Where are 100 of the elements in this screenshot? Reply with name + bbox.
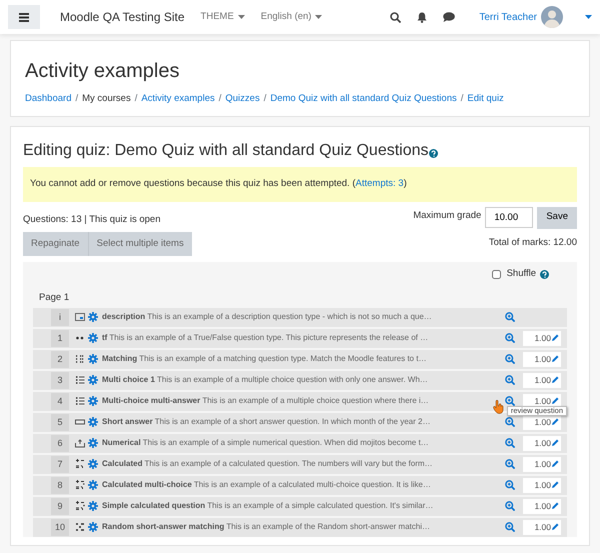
mark-box[interactable]: 1.00 [523, 352, 561, 366]
settings-icon[interactable] [88, 333, 98, 343]
page-title: Activity examples [25, 59, 180, 83]
breadcrumb-link[interactable]: Dashboard [25, 92, 72, 106]
caret-icon[interactable] [585, 15, 592, 19]
question-number: 9 [51, 498, 69, 514]
question-number: i [51, 308, 69, 326]
question-type-icon [75, 417, 85, 427]
settings-icon[interactable] [88, 438, 98, 448]
preview-icon[interactable] [505, 459, 515, 469]
question-number: 2 [51, 350, 69, 368]
breadcrumb-separator: / [75, 92, 78, 106]
dropdown-menu[interactable]: THEME [200, 10, 245, 24]
preview-icon[interactable] [505, 396, 515, 406]
preview-icon[interactable] [505, 480, 515, 490]
user-name[interactable]: Terri Teacher [479, 10, 537, 24]
question-text: Calculated multi-choice This is an example of a calculated multi-choice question. It is like… [102, 479, 432, 491]
breadcrumb-separator: / [460, 92, 464, 106]
question-number: 4 [51, 392, 69, 410]
question-text: Random short-answer matching This is an example of the Random short-answer matchi… [102, 521, 431, 533]
caret-icon [238, 15, 245, 19]
site-name[interactable]: Moodle QA Testing Site [60, 8, 185, 26]
mark-box[interactable]: 1.00 [523, 520, 561, 534]
settings-icon[interactable] [88, 354, 98, 364]
toolbar-button[interactable]: Select multiple items [88, 232, 192, 256]
preview-icon[interactable] [505, 417, 515, 427]
mark-box[interactable]: 1.00 [523, 436, 561, 450]
mark-box[interactable]: 1.00 [523, 372, 561, 388]
question-text: Matching This is an example of a matching question type. Match the Moodle features to t… [102, 353, 428, 365]
preview-icon[interactable] [505, 522, 515, 532]
mark-box[interactable]: 1.00 [523, 330, 561, 346]
mark-box[interactable]: 1.00 [523, 498, 561, 514]
mark-box[interactable]: 1.00 [523, 456, 561, 472]
breadcrumb-link[interactable]: Quizzes [225, 92, 260, 106]
preview-icon[interactable] [505, 438, 515, 448]
breadcrumb-link[interactable]: My courses [82, 92, 131, 106]
menu-button[interactable] [8, 5, 40, 29]
hand-cursor-icon [493, 400, 505, 414]
pencil-icon [551, 439, 559, 447]
shuffle-label: Shuffle [506, 267, 536, 281]
help-icon[interactable] [428, 148, 438, 158]
settings-icon[interactable] [88, 396, 98, 406]
question-text: Short answer This is an example of a short answer question. In which month of the year 2… [102, 416, 432, 428]
chat-icon[interactable] [443, 12, 456, 22]
question-number: 7 [51, 456, 69, 472]
question-text: Multi choice 1 This is an example of a multiple choice question with only one answer. Wh… [102, 374, 429, 386]
save-button[interactable]: Save [537, 206, 577, 228]
breadcrumb-link[interactable]: Edit quiz [467, 92, 504, 106]
total-marks: Total of marks: 12.00 [488, 236, 577, 250]
attempts-link[interactable]: Attempts: 3 [356, 178, 404, 190]
pencil-icon [551, 502, 559, 510]
alert-message: You cannot add or remove questions because this quiz has been attempted. (Attempts: 3) [23, 167, 577, 202]
toolbar-button[interactable]: Repaginate [23, 232, 88, 256]
preview-icon[interactable] [505, 354, 515, 364]
dropdown-menu[interactable]: English (en) [260, 10, 322, 24]
mark-box[interactable]: 1.00 [523, 478, 561, 492]
question-type-icon [75, 375, 85, 385]
question-number: 5 [51, 414, 69, 430]
pencil-icon [551, 334, 559, 342]
question-text: Multi-choice multi-answer This is an example of a multiple choice question where there i… [102, 395, 430, 407]
question-type-icon [75, 396, 85, 406]
question-type-icon [75, 522, 85, 532]
pencil-icon [551, 376, 559, 384]
help-icon[interactable] [540, 270, 549, 279]
question-type-icon [75, 459, 85, 469]
search-icon[interactable] [390, 12, 402, 22]
preview-icon[interactable] [505, 375, 515, 385]
shuffle-checkbox[interactable] [492, 270, 501, 279]
breadcrumb-link[interactable]: Activity examples [141, 92, 215, 106]
page-label: Page 1 [39, 291, 70, 306]
settings-icon[interactable] [88, 459, 98, 469]
question-type-icon [75, 438, 85, 448]
caret-icon [315, 15, 322, 19]
settings-icon[interactable] [88, 501, 98, 511]
settings-icon[interactable] [88, 522, 98, 532]
settings-icon[interactable] [88, 480, 98, 490]
avatar-icon[interactable] [541, 6, 563, 28]
breadcrumb-link[interactable]: Demo Quiz with all standard Quiz Questions [270, 92, 457, 106]
bell-icon[interactable] [417, 12, 428, 22]
grade-field[interactable]: 10.00 [485, 206, 534, 228]
breadcrumb-separator: / [134, 92, 138, 106]
question-type-icon [75, 480, 85, 490]
question-type-icon [75, 354, 85, 364]
question-number: 8 [51, 476, 69, 494]
pencil-icon [551, 355, 559, 363]
question-text: tf This is an example of a True/False question type. This picture represents the release of … [102, 332, 430, 344]
preview-icon[interactable] [505, 333, 515, 343]
preview-icon[interactable] [505, 501, 515, 511]
quiz-info: Questions: 13 | This quiz is open [23, 212, 162, 226]
pencil-icon [551, 523, 559, 531]
quiz-title: Editing quiz: Demo Quiz with all standard Quiz Questions [23, 141, 429, 162]
settings-icon[interactable] [88, 417, 98, 427]
question-number: 6 [51, 434, 69, 452]
question-type-icon [75, 501, 85, 511]
settings-icon[interactable] [88, 312, 98, 322]
question-number: 3 [51, 372, 69, 388]
question-text: Simple calculated question This is an example of a simple calculated question. It's similar… [102, 500, 434, 512]
settings-icon[interactable] [88, 375, 98, 385]
question-text: description This is an example of a description question type - which is not so much a que… [102, 311, 433, 323]
preview-icon[interactable] [505, 312, 515, 322]
